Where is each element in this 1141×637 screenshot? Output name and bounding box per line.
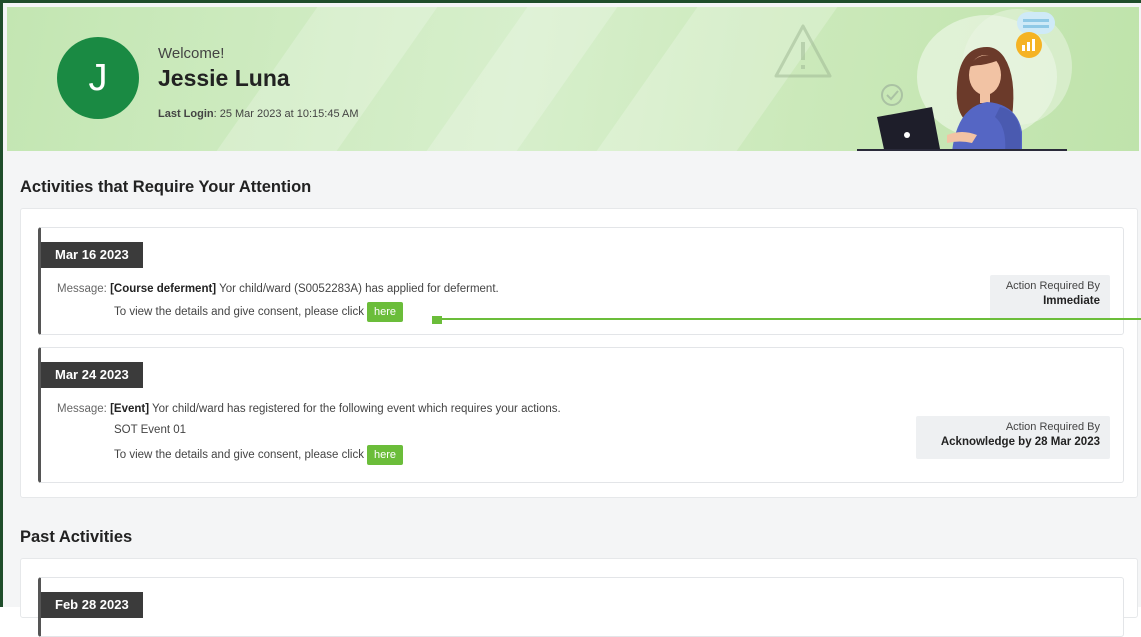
action-required-label: Action Required By <box>1005 280 1100 292</box>
action-required-box: Action Required By Acknowledge by 28 Mar… <box>916 416 1110 459</box>
action-required-box: Action Required By Immediate <box>990 275 1110 320</box>
warning-icon <box>774 24 832 78</box>
consent-text: To view the details and give consent, pl… <box>114 449 364 462</box>
annotation-line <box>440 318 1141 320</box>
past-section-title: Past Activities <box>20 528 133 546</box>
message-tag: [Event] <box>110 403 150 415</box>
activity-message: Message: [Course deferment] Yor child/wa… <box>57 283 499 295</box>
action-required-label: Action Required By <box>1005 421 1100 433</box>
message-label: Message: <box>57 283 107 295</box>
activity-card: Feb 28 2023 <box>38 577 1124 637</box>
activity-date: Mar 16 2023 <box>41 242 143 268</box>
activity-message: Message: [Event] Yor child/ward has regi… <box>57 403 561 415</box>
event-name: SOT Event 01 <box>114 424 187 436</box>
here-button[interactable]: here <box>366 445 403 465</box>
last-login-value: : 25 Mar 2023 at 10:15:45 AM <box>213 108 359 120</box>
consent-text: To view the details and give consent, pl… <box>114 306 364 319</box>
activity-card: Mar 24 2023 Message: [Event] Yor child/w… <box>38 347 1124 483</box>
user-name: Jessie Luna <box>158 65 290 91</box>
welcome-text: Welcome! <box>158 45 225 62</box>
action-required-value: Immediate <box>1043 295 1100 307</box>
last-login-label: Last Login <box>158 108 214 120</box>
message-label: Message: <box>57 403 107 415</box>
message-text: Yor child/ward has registered for the fo… <box>149 403 561 415</box>
avatar-letter: J <box>88 56 108 99</box>
welcome-banner: J Welcome! Jessie Luna Last Login: 25 Ma… <box>7 7 1139 151</box>
past-panel: Feb 28 2023 <box>20 558 1138 637</box>
activity-date: Mar 24 2023 <box>41 362 143 388</box>
consent-line: To view the details and give consent, pl… <box>114 445 403 465</box>
woman-laptop-illustration <box>857 9 1072 151</box>
consent-line: To view the details and give consent, pl… <box>114 302 403 322</box>
here-button[interactable]: here <box>366 302 403 322</box>
message-tag: [Course deferment] <box>110 283 217 295</box>
activity-date: Feb 28 2023 <box>41 592 143 618</box>
last-login: Last Login: 25 Mar 2023 at 10:15:45 AM <box>158 108 359 120</box>
attention-panel: Mar 16 2023 Message: [Course deferment] … <box>20 208 1138 498</box>
attention-section-title: Activities that Require Your Attention <box>20 178 312 196</box>
message-text: Yor child/ward (S0052283A) has applied f… <box>216 283 499 295</box>
action-required-value: Acknowledge by 28 Mar 2023 <box>940 436 1100 448</box>
avatar: J <box>57 37 139 119</box>
